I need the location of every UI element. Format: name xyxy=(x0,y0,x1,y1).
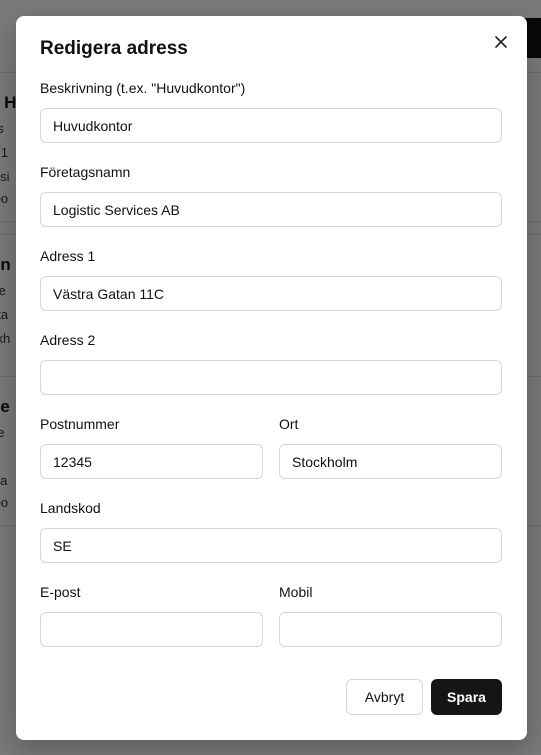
address1-label: Adress 1 xyxy=(40,248,96,264)
postal-code-input[interactable] xyxy=(40,444,263,479)
city-label: Ort xyxy=(279,416,299,432)
address2-input[interactable] xyxy=(40,360,502,395)
dialog-title: Redigera adress xyxy=(40,38,188,59)
country-code-label: Landskod xyxy=(40,500,101,516)
address2-label: Adress 2 xyxy=(40,332,96,348)
cancel-button[interactable]: Avbryt xyxy=(346,679,423,715)
edit-address-dialog: Redigera adress Beskrivning (t.ex. "Huvu… xyxy=(16,16,527,740)
company-label: Företagsnamn xyxy=(40,164,131,180)
mobile-label: Mobil xyxy=(279,584,313,600)
close-button[interactable] xyxy=(491,32,511,52)
save-button[interactable]: Spara xyxy=(431,679,502,715)
address1-input[interactable] xyxy=(40,276,502,311)
postal-code-label: Postnummer xyxy=(40,416,120,432)
description-input[interactable] xyxy=(40,108,502,143)
description-label: Beskrivning (t.ex. "Huvudkontor") xyxy=(40,80,246,96)
close-icon xyxy=(495,36,507,48)
email-input[interactable] xyxy=(40,612,263,647)
email-label: E-post xyxy=(40,584,81,600)
mobile-input[interactable] xyxy=(279,612,502,647)
city-input[interactable] xyxy=(279,444,502,479)
country-code-input[interactable] xyxy=(40,528,502,563)
company-input[interactable] xyxy=(40,192,502,227)
